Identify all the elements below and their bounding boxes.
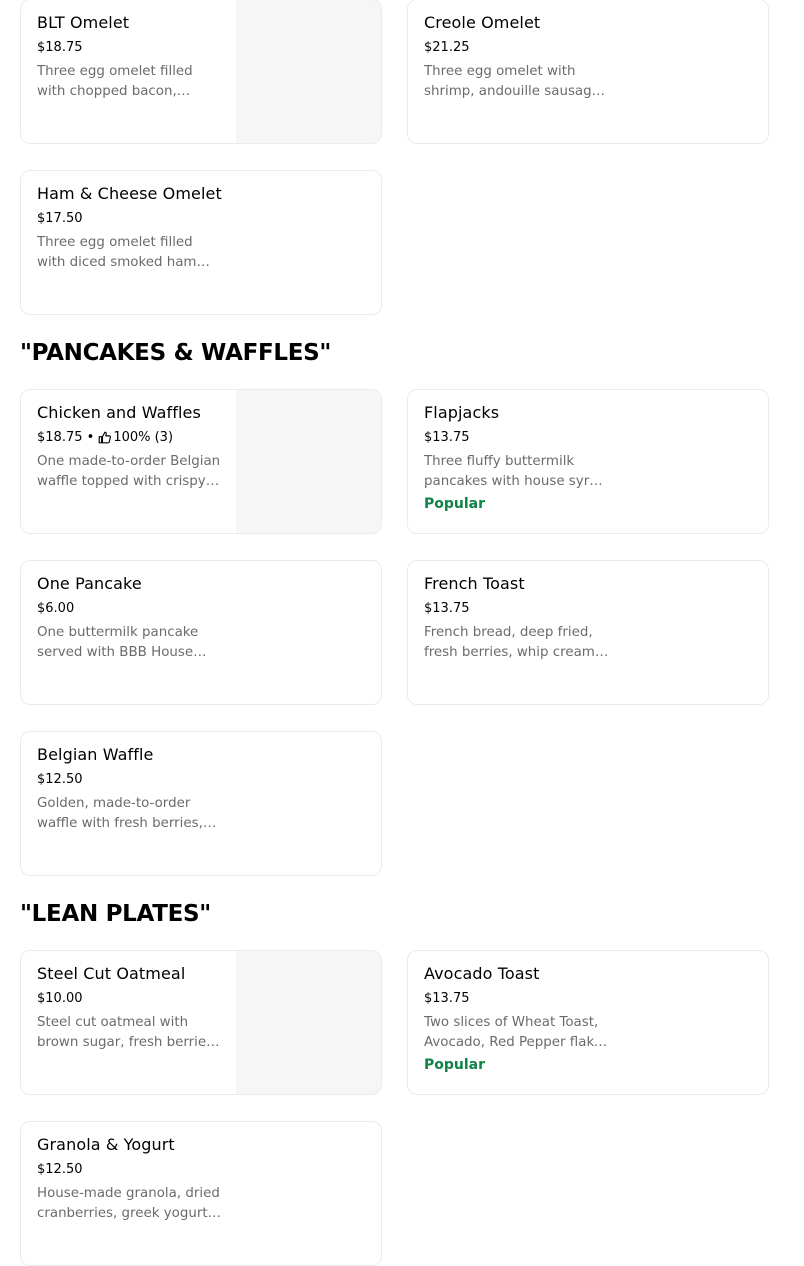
- menu-item-blt-omelet[interactable]: BLT Omelet $18.75 Three egg omelet fille…: [20, 0, 382, 144]
- menu-item-belgian-waffle[interactable]: Belgian Waffle $12.50 Golden, made-to-or…: [20, 731, 382, 876]
- item-description: Three fluffy buttermilk pancakes with ho…: [424, 454, 607, 489]
- item-description: Three egg omelet filled with diced smoke…: [37, 235, 197, 270]
- item-description: Two slices of Wheat Toast, Avocado, Red …: [424, 1015, 607, 1050]
- section-title-pancakes-waffles: "PANCAKES & WAFFLES": [20, 340, 332, 366]
- item-price: $6.00: [37, 601, 75, 616]
- item-price: $12.50: [37, 1162, 83, 1177]
- item-description: French bread, deep fried, fresh berries,…: [424, 625, 600, 660]
- meta-separator: •: [82, 430, 95, 445]
- item-name: French Toast: [424, 574, 525, 593]
- menu-item-avocado-toast[interactable]: Avocado Toast $13.75 Two slices of Wheat…: [407, 950, 769, 1095]
- item-description: Three egg omelet with shrimp, andouille …: [424, 64, 605, 99]
- item-price-row: $12.50: [37, 1162, 83, 1177]
- item-price-row: $13.75: [424, 991, 470, 1006]
- item-price: $21.25: [424, 40, 470, 55]
- item-price: $10.00: [37, 991, 83, 1006]
- menu-item-steel-cut-oatmeal[interactable]: Steel Cut Oatmeal $10.00 Steel cut oatme…: [20, 950, 382, 1095]
- item-name: Avocado Toast: [424, 964, 540, 983]
- item-name: Flapjacks: [424, 403, 500, 422]
- item-price-row: $12.50: [37, 772, 83, 787]
- item-image: [236, 951, 381, 1094]
- item-price-row: $13.75: [424, 601, 470, 616]
- item-price-row: $18.75: [37, 40, 83, 55]
- item-price: $13.75: [424, 430, 470, 445]
- item-price: $13.75: [424, 601, 470, 616]
- menu-item-french-toast[interactable]: French Toast $13.75 French bread, deep f…: [407, 560, 769, 705]
- item-price: $12.50: [37, 772, 83, 787]
- item-description: One made-to-order Belgian waffle topped …: [37, 454, 221, 489]
- item-price: $17.50: [37, 211, 83, 226]
- item-description: Steel cut oatmeal with brown sugar, fres…: [37, 1015, 214, 1050]
- item-rating: 100% (3): [113, 430, 174, 445]
- menu-item-chicken-and-waffles[interactable]: Chicken and Waffles $18.75 • 100% (3) On…: [20, 389, 382, 534]
- item-description: One buttermilk pancake served with BBB H…: [37, 625, 199, 660]
- item-image: [236, 390, 381, 533]
- item-price-row: $13.75: [424, 430, 470, 445]
- menu-item-granola-yogurt[interactable]: Granola & Yogurt $12.50 House-made grano…: [20, 1121, 382, 1266]
- popular-badge: Popular: [424, 496, 486, 512]
- menu-item-creole-omelet[interactable]: Creole Omelet $21.25 Three egg omelet wi…: [407, 0, 769, 144]
- item-name: Belgian Waffle: [37, 745, 154, 764]
- menu-item-flapjacks[interactable]: Flapjacks $13.75 Three fluffy buttermilk…: [407, 389, 769, 534]
- item-price: $18.75: [37, 430, 83, 445]
- item-price-row: $10.00: [37, 991, 83, 1006]
- item-name: One Pancake: [37, 574, 142, 593]
- item-description: Golden, made-to-order waffle with fresh …: [37, 796, 203, 831]
- item-name: Ham & Cheese Omelet: [37, 184, 222, 203]
- item-price-row: $18.75 • 100% (3): [37, 430, 173, 445]
- section-title-lean-plates: "LEAN PLATES": [20, 901, 211, 927]
- menu-item-one-pancake[interactable]: One Pancake $6.00 One buttermilk pancake…: [20, 560, 382, 705]
- item-price: $13.75: [424, 991, 470, 1006]
- menu-item-ham-cheese-omelet[interactable]: Ham & Cheese Omelet $17.50 Three egg ome…: [20, 170, 382, 315]
- item-price-row: $6.00: [37, 601, 74, 616]
- item-name: Steel Cut Oatmeal: [37, 964, 186, 983]
- popular-badge: Popular: [424, 1057, 486, 1073]
- item-name: Chicken and Waffles: [37, 403, 201, 422]
- item-description: Three egg omelet filled with chopped bac…: [37, 64, 193, 99]
- item-description: House-made granola, dried cranberries, g…: [37, 1186, 220, 1221]
- item-price: $18.75: [37, 40, 83, 55]
- item-price-row: $21.25: [424, 40, 470, 55]
- item-name: BLT Omelet: [37, 13, 130, 32]
- item-name: Creole Omelet: [424, 13, 541, 32]
- item-image: [236, 0, 381, 143]
- item-price-row: $17.50: [37, 211, 83, 226]
- item-name: Granola & Yogurt: [37, 1135, 175, 1154]
- thumbs-up-icon: [98, 431, 112, 444]
